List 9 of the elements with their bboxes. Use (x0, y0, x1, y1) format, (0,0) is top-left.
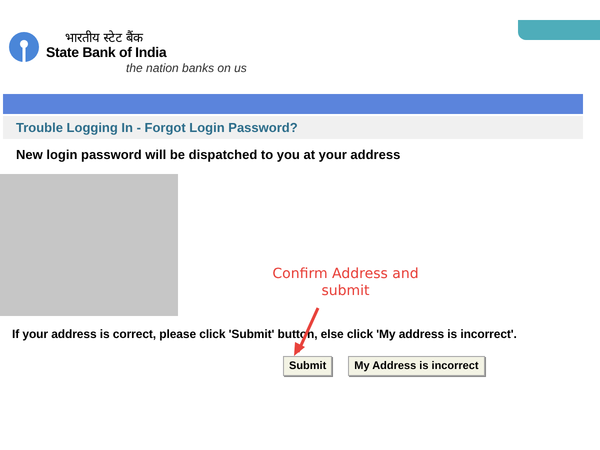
tagline: the nation banks on us (126, 60, 247, 76)
annotation-text: Confirm Address and submit (271, 266, 420, 300)
hindi-bank-name: भारतीय स्टेट बैंक (65, 31, 144, 45)
info-message: New login password will be dispatched to you at your address (15, 146, 402, 162)
bank-logo-icon (9, 32, 39, 62)
section-title: Trouble Logging In - Forgot Login Password? (3, 116, 583, 139)
incorrect-address-button[interactable]: My Address is incorrect (348, 356, 485, 376)
bank-name: State Bank of India (46, 45, 168, 60)
submit-button[interactable]: Submit (283, 356, 332, 376)
